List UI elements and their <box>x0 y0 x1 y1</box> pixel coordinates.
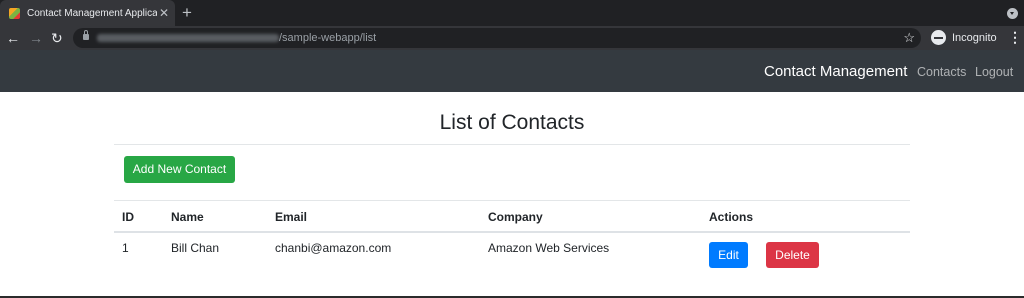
cell-id: 1 <box>122 241 129 255</box>
nav-link-contacts[interactable]: Contacts <box>917 65 966 80</box>
url-path: /sample-webapp/list <box>279 32 377 44</box>
title-divider <box>114 144 910 145</box>
browser-tab-bar: Contact Management Applicatio ✕ + <box>0 0 1024 26</box>
table-top-border <box>114 200 910 201</box>
bookmark-star-icon[interactable]: ☆ <box>903 29 915 46</box>
tab-search-icon[interactable] <box>1007 8 1018 19</box>
column-header-name: Name <box>171 210 204 224</box>
column-header-email: Email <box>275 210 308 224</box>
app-favicon-icon <box>9 7 20 19</box>
column-header-id: ID <box>122 210 134 224</box>
forward-icon[interactable]: → <box>29 29 43 47</box>
column-header-company: Company <box>488 210 543 224</box>
cell-company: Amazon Web Services <box>488 241 610 255</box>
cell-name: Bill Chan <box>171 241 220 255</box>
redacted-host <box>97 34 279 42</box>
page-title: List of Contacts <box>439 111 585 134</box>
address-bar[interactable]: /sample-webapp/list ☆ <box>73 28 921 48</box>
column-header-actions: Actions <box>709 210 754 224</box>
lock-icon <box>83 30 89 40</box>
incognito-icon <box>931 30 946 45</box>
incognito-label[interactable]: Incognito <box>952 31 997 45</box>
browser-menu-icon[interactable]: ⋮ <box>1008 29 1022 45</box>
app-navbar: Contact Management Contacts Logout <box>0 50 1024 92</box>
add-new-contact-button[interactable]: Add New Contact <box>124 156 235 183</box>
tab-title: Contact Management Applicatio <box>27 7 157 19</box>
nav-link-logout[interactable]: Logout <box>975 65 1013 80</box>
browser-tab[interactable]: Contact Management Applicatio ✕ <box>0 0 175 26</box>
navbar-brand[interactable]: Contact Management <box>764 63 907 81</box>
reload-icon[interactable]: ↻ <box>51 29 63 47</box>
delete-button[interactable]: Delete <box>766 242 819 268</box>
table-header-border <box>114 231 910 233</box>
cell-email: chanbi@amazon.com <box>275 241 392 255</box>
new-tab-icon[interactable]: + <box>182 3 192 23</box>
edit-button[interactable]: Edit <box>709 242 748 268</box>
back-icon[interactable]: ← <box>6 29 20 47</box>
close-icon[interactable]: ✕ <box>159 7 169 19</box>
browser-toolbar: ← → ↻ /sample-webapp/list ☆ <box>0 26 1024 50</box>
